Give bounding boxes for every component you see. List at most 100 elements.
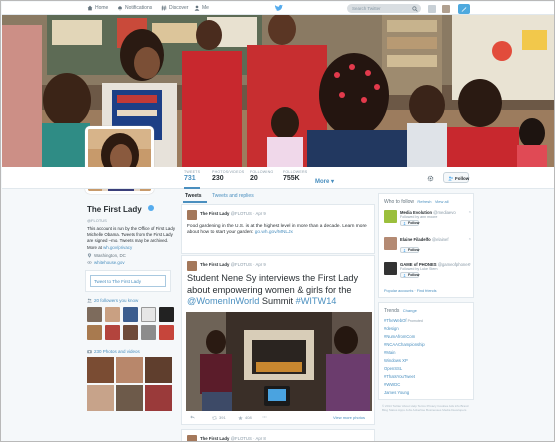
suggestion-avatar[interactable] [384, 262, 397, 275]
photo-thumbnail[interactable] [145, 385, 172, 411]
dismiss-icon[interactable]: × [469, 209, 471, 214]
refresh-link[interactable]: Refresh [417, 199, 431, 204]
profile-website[interactable]: whitehouse.gov [87, 260, 179, 265]
photos-videos-header[interactable]: 230 Photos and videos [87, 349, 140, 354]
retweet-icon [212, 416, 217, 419]
find-friends-link[interactable]: Find friends [417, 289, 437, 293]
trend-item[interactable]: #WWDC [384, 382, 400, 387]
follower-avatar[interactable] [159, 325, 174, 340]
stat-photos-videos[interactable]: PHOTOS/VIDEOS 230 [212, 170, 244, 182]
photo-thumbnail[interactable] [116, 357, 143, 383]
trends-title: Trends [384, 308, 400, 314]
compose-tweet-button[interactable] [458, 4, 470, 14]
tweet-header: The First Lady @FLOTUS · Apr 8 [200, 436, 266, 441]
tab-tweets-and-replies[interactable]: Tweets and replies [212, 193, 254, 199]
tweet-author[interactable]: The First Lady [200, 436, 229, 441]
trend-item[interactable]: #design [384, 326, 399, 331]
tweet-hashtag[interactable]: #WITW14 [296, 296, 337, 306]
trend-item[interactable]: #ThatsYouTweet [384, 374, 415, 379]
tweet-photo[interactable] [186, 312, 372, 411]
dismiss-icon[interactable]: × [469, 261, 471, 266]
trend-item[interactable]: #TheWebOf Promoted [384, 318, 423, 323]
tweet-author[interactable]: The First Lady [200, 211, 229, 216]
dismiss-icon[interactable]: × [469, 236, 471, 241]
follower-avatar[interactable] [87, 307, 102, 322]
follower-avatar[interactable] [141, 325, 156, 340]
nav-notifications[interactable]: Notifications [117, 5, 152, 11]
user-menu-avatar[interactable] [442, 5, 450, 13]
profile-website-link[interactable]: whitehouse.gov [94, 260, 125, 265]
twitter-bird-icon[interactable] [274, 4, 283, 13]
follower-avatar[interactable] [123, 307, 138, 322]
nav-me[interactable]: Me [194, 5, 209, 11]
suggestion-subtitle[interactable]: Followed by Luke Stern [400, 267, 438, 271]
photo-thumbnail[interactable] [145, 357, 172, 383]
suggestion-follow-button[interactable]: Follow [400, 272, 419, 278]
nav-home[interactable]: Home [87, 5, 108, 11]
more-dropdown[interactable]: More ▾ [315, 178, 334, 185]
popular-accounts-link[interactable]: Popular accounts [384, 289, 413, 293]
trend-item[interactable]: Windows XP [384, 358, 408, 363]
profile-location-text: Washington, DC [94, 252, 126, 258]
tweet-meta[interactable]: @FLOTUS · Apr 8 [231, 436, 266, 441]
follower-avatar[interactable] [141, 307, 156, 322]
view-all-link[interactable]: View all [435, 199, 449, 204]
trend-item[interactable]: #NCAAChampionship [384, 342, 425, 347]
tweet-avatar[interactable] [187, 261, 197, 271]
suggestion-avatar[interactable] [384, 210, 397, 223]
tweet-avatar[interactable] [187, 210, 197, 220]
page-footer[interactable]: © 2014 Twitter About Help Terms Privacy … [382, 404, 472, 412]
tweet-link[interactable]: go.wh.gov/MNLJx [255, 230, 293, 235]
tweet-meta[interactable]: @FLOTUS · Apr 9 [231, 211, 266, 216]
nav-discover[interactable]: Discover [161, 5, 188, 11]
photo-thumbnail[interactable] [87, 385, 114, 411]
follower-avatar[interactable] [123, 325, 138, 340]
trend-item[interactable]: #NumAfromCom [384, 334, 415, 339]
suggestion-follow-button[interactable]: Follow [400, 247, 419, 253]
follower-avatar[interactable] [159, 307, 174, 322]
tweet-avatar[interactable] [187, 435, 197, 441]
quill-icon [461, 7, 467, 12]
follow-button[interactable]: Follow [443, 172, 469, 183]
trend-item[interactable]: #Main [384, 350, 395, 355]
photo-thumbnail[interactable] [87, 357, 114, 383]
retweet-action[interactable]: 391 [212, 415, 226, 420]
search-input[interactable]: Search Twitter [347, 4, 421, 13]
gear-icon[interactable] [427, 175, 434, 182]
followers-you-know-header[interactable]: 20 followers you know [87, 298, 138, 303]
profile-handle[interactable]: @FLOTUS [87, 218, 179, 223]
bio-privacy-link[interactable]: wh.gov/privacy [103, 245, 132, 250]
stat-tweets-label: TWEETS [184, 170, 201, 174]
stat-following[interactable]: FOLLOWING 20 [250, 170, 273, 182]
tweet-card[interactable]: The First Lady @FLOTUS · Apr 9 Food gard… [181, 204, 375, 254]
suggestion-avatar[interactable] [384, 237, 397, 250]
profile-card: The First Lady @FLOTUS This account is r… [87, 199, 179, 265]
tweet-mention[interactable]: @WomenInWorld [187, 296, 259, 306]
suggestion-follow-button[interactable]: Follow [400, 220, 419, 226]
photo-thumbnail[interactable] [116, 385, 143, 411]
stat-tweets[interactable]: TWEETS 731 [184, 170, 200, 182]
tweet-to-input[interactable]: Tweet to The First Lady [90, 275, 166, 287]
tweet-card[interactable]: The First Lady @FLOTUS · Apr 9 Student N… [181, 255, 375, 425]
stat-followers[interactable]: FOLLOWERS 755K [283, 170, 307, 182]
search-icon[interactable] [412, 5, 418, 12]
follower-avatar[interactable] [105, 325, 120, 340]
trend-item[interactable]: James Young [384, 390, 409, 395]
tab-tweets[interactable]: Tweets [185, 193, 202, 199]
ellipsis-icon [262, 416, 267, 418]
follower-avatar[interactable] [105, 307, 120, 322]
trend-item[interactable]: OpenSSL [384, 366, 402, 371]
trends-change-link[interactable]: Change [403, 308, 417, 313]
suggestion-subtitle[interactable]: Followed by ann moore [400, 215, 437, 219]
tweet-meta[interactable]: @FLOTUS · Apr 9 [231, 262, 266, 267]
suggestion-name-row[interactable]: Elaine Filadelfo @elainef [400, 237, 448, 242]
favorite-action[interactable]: 408 [238, 415, 252, 420]
view-more-photos-link[interactable]: View more photos [333, 415, 365, 420]
reply-action[interactable] [190, 415, 195, 419]
tweet-card[interactable]: The First Lady @FLOTUS · Apr 8 [181, 429, 375, 441]
direct-messages-icon[interactable] [428, 5, 436, 13]
tweet-author[interactable]: The First Lady [200, 262, 229, 267]
more-action[interactable] [262, 415, 267, 419]
follower-avatar[interactable] [87, 325, 102, 340]
profile-name[interactable]: The First Lady [87, 205, 142, 214]
